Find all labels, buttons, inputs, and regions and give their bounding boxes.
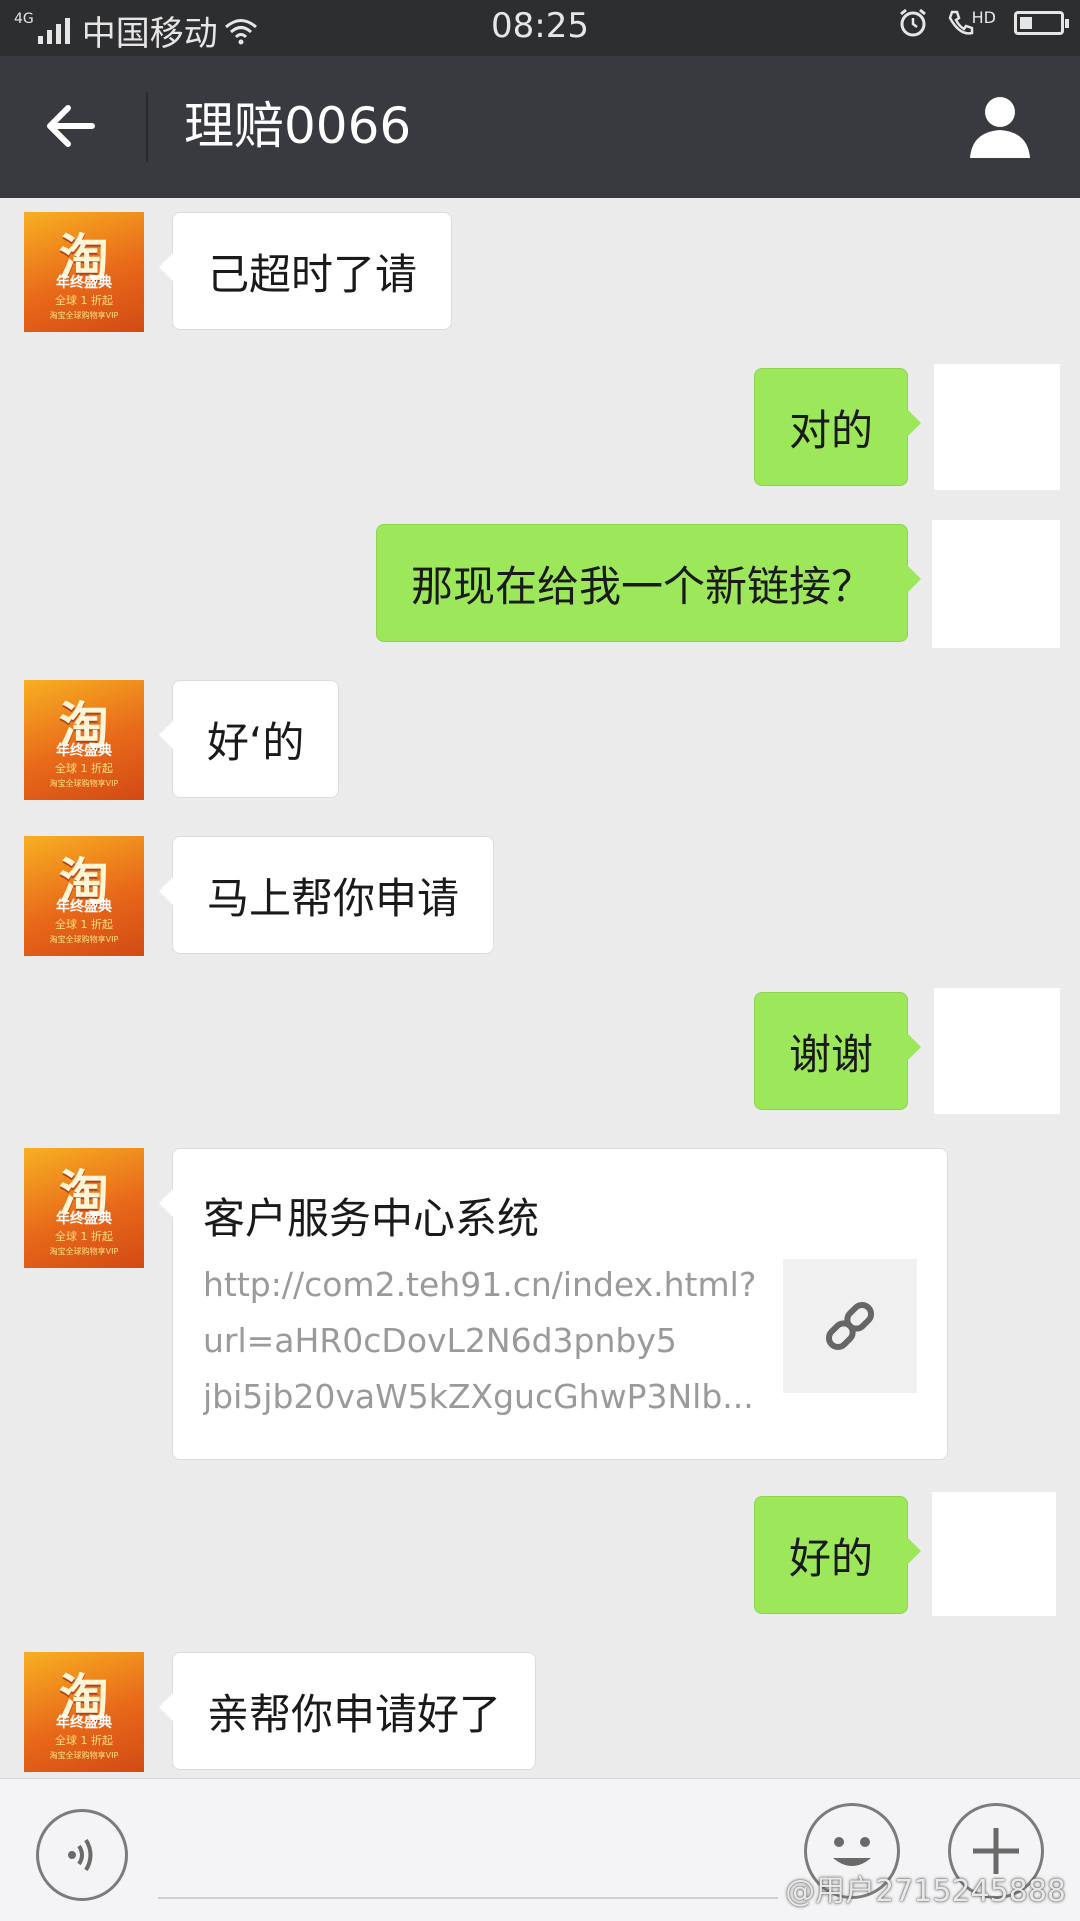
avatar-line2: 全球 1 折起 <box>55 1734 113 1747</box>
message-text: 那现在给我一个新链接？ <box>410 561 873 611</box>
avatar-line1: 年终盛典 <box>56 899 112 915</box>
message-text: 亲帮你申请好了 <box>207 1689 502 1739</box>
contact-avatar[interactable]: 淘 年终盛典 全球 1 折起 淘宝全球购物享VIP <box>24 1148 144 1268</box>
link-card[interactable]: 客户服务中心系统 http://com2.teh91.cn/index.html… <box>159 1148 948 1460</box>
message-input[interactable] <box>158 1897 778 1899</box>
hd-call-icon: HD <box>946 8 996 38</box>
contact-avatar[interactable]: 淘 年终盛典 全球 1 折起 淘宝全球购物享VIP <box>24 680 144 800</box>
message-text: 己超时了请 <box>207 249 418 299</box>
message-bubble-outgoing[interactable]: 那现在给我一个新链接？ <box>375 524 922 642</box>
avatar-line3: 淘宝全球购物享VIP <box>49 779 119 788</box>
message-text: 对的 <box>788 405 873 455</box>
message-bubble-incoming[interactable]: 马上帮你申请 <box>158 836 495 954</box>
message-text: 好‘的 <box>207 717 305 767</box>
status-bar: 4G 中国移动 08:25 HD <box>0 0 1080 56</box>
avatar-line2: 全球 1 折起 <box>55 294 113 307</box>
message-text: 好的 <box>788 1533 873 1583</box>
link-thumbnail <box>783 1259 917 1393</box>
header-divider <box>146 92 148 162</box>
link-icon <box>825 1301 875 1351</box>
hd-label: HD <box>971 8 996 27</box>
avatar-line1: 年终盛典 <box>56 275 112 291</box>
link-url-line: http://com2.teh91.cn/index.html? <box>203 1265 757 1304</box>
self-avatar[interactable] <box>932 1492 1056 1616</box>
message-bubble-outgoing[interactable]: 好的 <box>753 1496 922 1614</box>
contact-avatar[interactable]: 淘 年终盛典 全球 1 折起 淘宝全球购物享VIP <box>24 836 144 956</box>
battery-icon <box>1014 11 1069 35</box>
link-card-url: http://com2.teh91.cn/index.html? url=aHR… <box>203 1257 763 1425</box>
status-right: HD <box>898 8 1069 38</box>
link-url-line: url=aHR0cDovL2N6d3pnby5 <box>203 1321 677 1360</box>
message-bubble-incoming[interactable]: 好‘的 <box>158 680 340 798</box>
avatar-line1: 年终盛典 <box>56 1715 112 1731</box>
message-bubble-outgoing[interactable]: 对的 <box>753 368 922 486</box>
back-arrow-icon[interactable] <box>40 96 100 156</box>
self-avatar[interactable] <box>934 988 1060 1114</box>
avatar-line1: 年终盛典 <box>56 1211 112 1227</box>
avatar-line3: 淘宝全球购物享VIP <box>49 311 119 320</box>
link-url-line: jbi5jb20vaW5kZXgucGhwP3Nlb... <box>203 1377 754 1416</box>
self-avatar[interactable] <box>934 364 1060 490</box>
message-text: 马上帮你申请 <box>207 873 460 923</box>
message-bubble-incoming[interactable]: 亲帮你申请好了 <box>158 1652 537 1770</box>
avatar-line2: 全球 1 折起 <box>55 762 113 775</box>
avatar-line3: 淘宝全球购物享VIP <box>49 1751 119 1760</box>
voice-icon <box>68 1838 93 1872</box>
voice-button[interactable] <box>36 1809 128 1901</box>
avatar-line2: 全球 1 折起 <box>55 1230 113 1243</box>
message-text: 谢谢 <box>788 1029 873 1079</box>
message-bubble-outgoing[interactable]: 谢谢 <box>753 992 922 1110</box>
chat-header: 理赔0066 <box>0 56 1080 198</box>
watermark: @用户2715245888 <box>785 1874 1066 1909</box>
contact-avatar[interactable]: 淘 年终盛典 全球 1 折起 淘宝全球购物享VIP <box>24 1652 144 1772</box>
chat-title: 理赔0066 <box>184 97 412 155</box>
avatar-line3: 淘宝全球购物享VIP <box>49 1247 119 1256</box>
message-bubble-incoming[interactable]: 己超时了请 <box>158 212 453 330</box>
avatar-line1: 年终盛典 <box>56 743 112 759</box>
person-icon[interactable] <box>968 92 1032 160</box>
contact-avatar[interactable]: 淘 年终盛典 全球 1 折起 淘宝全球购物享VIP <box>24 212 144 332</box>
self-avatar[interactable] <box>932 520 1060 648</box>
link-card-title: 客户服务中心系统 <box>203 1194 540 1243</box>
avatar-line3: 淘宝全球购物享VIP <box>49 935 119 944</box>
alarm-icon <box>899 8 926 37</box>
avatar-line2: 全球 1 折起 <box>55 918 113 931</box>
